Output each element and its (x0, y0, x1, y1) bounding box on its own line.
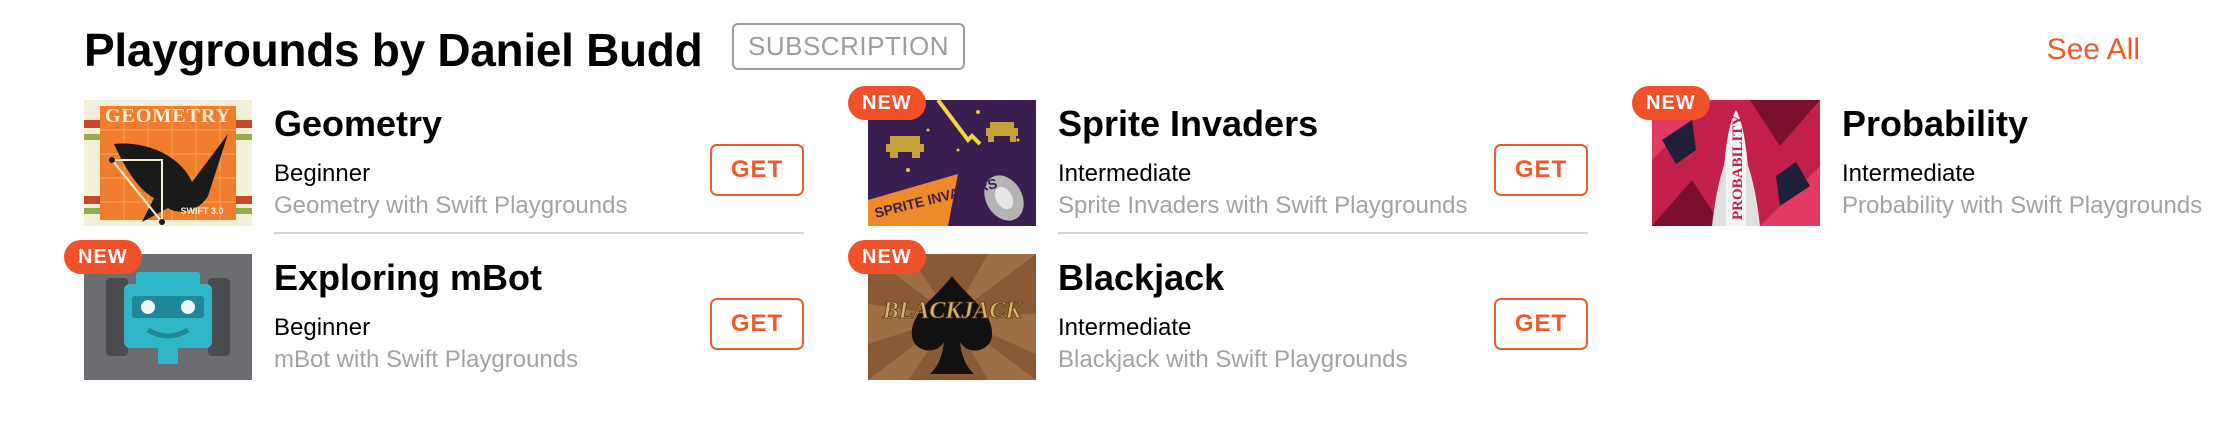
new-badge: NEW (848, 86, 926, 120)
new-badge: NEW (1632, 86, 1710, 120)
playground-description: Geometry with Swift Playgrounds (274, 192, 628, 219)
playground-name[interactable]: Probability (1842, 102, 2028, 146)
playground-description: Blackjack with Swift Playgrounds (1058, 346, 1408, 373)
playground-card-blackjack[interactable]: NEW BLACKJACK Blackjack Intermediate Bla… (848, 234, 1588, 388)
playground-description: Probability with Swift Playgrounds (1842, 192, 2203, 219)
playground-name[interactable]: Sprite Invaders (1058, 102, 1318, 146)
playground-card-geometry[interactable]: GEOMETRY SWIFT 3.0 Geometry Beginner Geo… (84, 80, 804, 234)
new-badge: NEW (848, 240, 926, 274)
playground-level: Intermediate (1058, 160, 1192, 187)
new-badge: NEW (64, 240, 142, 274)
playground-name[interactable]: Blackjack (1058, 256, 1224, 300)
geometry-art-subtitle: SWIFT 3.0 (180, 206, 223, 216)
geometry-art-title: GEOMETRY (105, 105, 231, 127)
playground-level: Intermediate (1842, 160, 1976, 187)
playground-description: mBot with Swift Playgrounds (274, 346, 579, 373)
playground-card-sprite-invaders[interactable]: NEW SPRITE INVADERS Sprite Invaders Inte… (848, 80, 1588, 234)
playground-name[interactable]: Exploring mBot (274, 256, 542, 300)
probability-art-title: PROBABILITY (1730, 115, 1746, 220)
playground-name[interactable]: Geometry (274, 102, 442, 146)
playground-level: Intermediate (1058, 314, 1192, 341)
playground-card-exploring-mbot[interactable]: NEW Exploring mBot Beginner mBot with Sw… (64, 234, 804, 388)
get-button[interactable]: GET (1494, 144, 1588, 196)
playground-description: Sprite Invaders with Swift Playgrounds (1058, 192, 1468, 219)
get-button[interactable]: GET (710, 144, 804, 196)
get-button[interactable]: GET (710, 298, 804, 350)
section-header: Playgrounds by Daniel Budd SUBSCRIPTION … (84, 20, 2140, 80)
see-all-link[interactable]: See All (2047, 20, 2140, 80)
playground-level: Beginner (274, 314, 371, 341)
blackjack-art-title: BLACKJACK (882, 298, 1024, 324)
section-title: Playgrounds by Daniel Budd (84, 24, 703, 76)
playground-card-probability[interactable]: NEW PROBABILITY Probability Intermediate… (1632, 80, 2224, 234)
playground-level: Beginner (274, 160, 371, 187)
geometry-artwork[interactable]: GEOMETRY SWIFT 3.0 (84, 100, 252, 226)
subscription-badge: SUBSCRIPTION (732, 23, 966, 70)
get-button[interactable]: GET (1494, 298, 1588, 350)
